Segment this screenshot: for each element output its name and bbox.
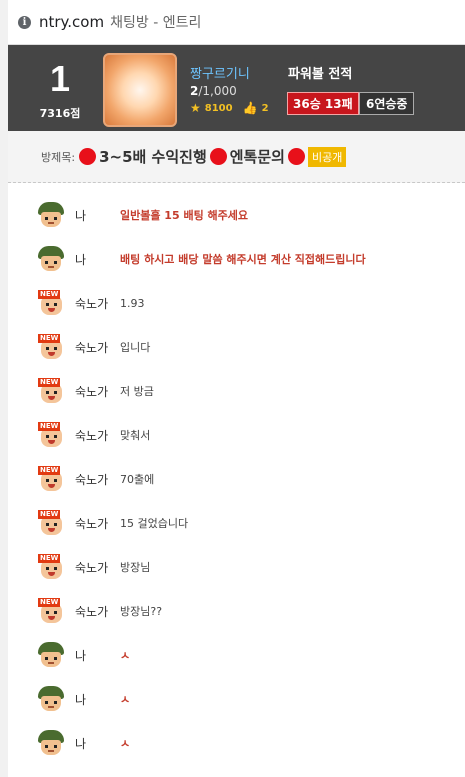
new-tag: NEW <box>38 378 61 387</box>
info-icon[interactable]: i <box>18 15 31 29</box>
chat-message: 나ㅅ <box>8 633 465 677</box>
browser-window: i ntry.com 채팅방 - 엔트리 1 7316점 짱구르기니 2/1,0… <box>8 0 465 777</box>
chat-text: 입니다 <box>120 341 151 354</box>
new-user-avatar-icon[interactable]: NEW <box>38 422 64 448</box>
chat-message: NEW 숙노가 15 걸었습니다 <box>8 501 465 545</box>
new-user-avatar-icon[interactable]: NEW <box>38 334 64 360</box>
streak-badge: 6연승중 <box>359 92 415 115</box>
chat-text: 배팅 하시고 배당 말씀 해주시면 계산 직접해드립니다 <box>120 253 366 266</box>
soldier-avatar-icon[interactable] <box>38 642 64 668</box>
chat-text: ㅅ <box>120 737 131 750</box>
window-left-frame <box>0 0 8 777</box>
soldier-avatar-icon[interactable] <box>38 730 64 756</box>
chat-list: 나 일반볼홀 15 배팅 해주세요 나 배팅 하시고 배당 말씀 해주시면 계산 직접… <box>8 193 465 765</box>
room-title-text-2: 엔톡문의 <box>229 148 285 166</box>
chat-username[interactable]: 숙노가 <box>75 295 120 312</box>
chat-message: NEW 숙노가 방장님 <box>8 545 465 589</box>
chat-text: 방장님 <box>120 561 151 574</box>
host-score-row: ★ 8100 👍 2 <box>190 101 269 115</box>
new-user-avatar-icon[interactable]: NEW <box>38 510 64 536</box>
red-circle-icon <box>287 148 305 165</box>
room-title-label: 방제목: <box>41 150 76 164</box>
chat-username[interactable]: 숙노가 <box>75 515 120 532</box>
host-nickname[interactable]: 짱구르기니 <box>190 63 250 82</box>
chat-username[interactable]: 나 <box>75 691 120 708</box>
chat-message: 나ㅅ <box>8 721 465 765</box>
soldier-avatar-icon[interactable] <box>38 686 64 712</box>
new-user-avatar-icon[interactable]: NEW <box>38 554 64 580</box>
chat-message: NEW 숙노가 1.93 <box>8 281 465 325</box>
chat-message: NEW 숙노가 입니다 <box>8 325 465 369</box>
new-user-avatar-icon[interactable]: NEW <box>38 466 64 492</box>
new-tag: NEW <box>38 422 61 431</box>
chat-message: NEW 숙노가 맞춰서 <box>8 413 465 457</box>
chat-username[interactable]: 숙노가 <box>75 383 120 400</box>
private-badge: 비공개 <box>307 146 347 167</box>
chat-text: ㅅ <box>120 693 131 706</box>
chat-text: 저 방금 <box>120 385 154 398</box>
new-tag: NEW <box>38 466 61 475</box>
rank-block: 1 7316점 <box>20 59 100 121</box>
chat-username[interactable]: 숙노가 <box>75 339 120 356</box>
chat-message: NEW 숙노가 70출에 <box>8 457 465 501</box>
rank-number: 1 <box>49 58 71 99</box>
star-count: 8100 <box>204 102 233 114</box>
room-user-count: 2/1,000 <box>190 84 237 98</box>
win-loss-badge: 36승 13패 <box>287 92 359 115</box>
soldier-avatar-icon[interactable] <box>38 246 64 272</box>
new-tag: NEW <box>38 554 61 563</box>
chat-username[interactable]: 숙노가 <box>75 559 120 576</box>
chat-message: 나ㅅ <box>8 677 465 721</box>
chat-text: ㅅ <box>120 649 131 662</box>
chat-message: 나 배팅 하시고 배당 말씀 해주시면 계산 직접해드립니다 <box>8 237 465 281</box>
chat-text: 일반볼홀 15 배팅 해주세요 <box>120 209 248 222</box>
thumbs-up-icon: 👍 <box>242 101 258 115</box>
page-title: 채팅방 - 엔트리 <box>110 15 202 31</box>
chat-username[interactable]: 나 <box>75 647 120 664</box>
room-title-text-1: 3~5배 수익진행 <box>99 148 207 166</box>
chat-message: NEW 숙노가 저 방금 <box>8 369 465 413</box>
powerball-record-title: 파워볼 전적 <box>288 67 353 82</box>
new-tag: NEW <box>38 290 61 299</box>
new-user-avatar-icon[interactable]: NEW <box>38 378 64 404</box>
host-avatar[interactable] <box>103 53 177 127</box>
chat-text: 방장님?? <box>120 605 163 618</box>
new-user-avatar-icon[interactable]: NEW <box>38 290 64 316</box>
red-circle-icon <box>209 148 227 165</box>
chat-username[interactable]: 나 <box>75 207 120 224</box>
new-tag: NEW <box>38 598 61 607</box>
chat-username[interactable]: 나 <box>75 251 120 268</box>
red-circle-icon <box>79 148 97 165</box>
rank-points: 7316점 <box>39 107 81 120</box>
browser-titlebar: i ntry.com 채팅방 - 엔트리 <box>8 0 465 45</box>
like-count: 2 <box>261 102 269 114</box>
chat-text: 15 걸었습니다 <box>120 517 189 530</box>
star-icon: ★ <box>190 101 201 115</box>
new-tag: NEW <box>38 510 61 519</box>
room-title-bar: 방제목: 3~5배 수익진행 엔톡문의 비공개 <box>8 131 465 183</box>
chat-text: 70출에 <box>120 473 155 486</box>
chat-username[interactable]: 숙노가 <box>75 603 120 620</box>
soldier-avatar-icon[interactable] <box>38 202 64 228</box>
chat-username[interactable]: 숙노가 <box>75 471 120 488</box>
chat-username[interactable]: 나 <box>75 735 120 752</box>
chat-text: 1.93 <box>120 296 145 310</box>
chat-text: 맞춰서 <box>120 429 151 442</box>
new-tag: NEW <box>38 334 61 343</box>
chat-message: NEW 숙노가 방장님?? <box>8 589 465 633</box>
room-header: 1 7316점 짱구르기니 2/1,000 ★ 8100 👍 2 파워볼 전적 … <box>8 45 465 131</box>
room-max-count: /1,000 <box>198 84 237 98</box>
new-user-avatar-icon[interactable]: NEW <box>38 598 64 624</box>
chat-username[interactable]: 숙노가 <box>75 427 120 444</box>
chat-message: 나 일반볼홀 15 배팅 해주세요 <box>8 193 465 237</box>
site-domain: ntry.com <box>39 13 105 31</box>
